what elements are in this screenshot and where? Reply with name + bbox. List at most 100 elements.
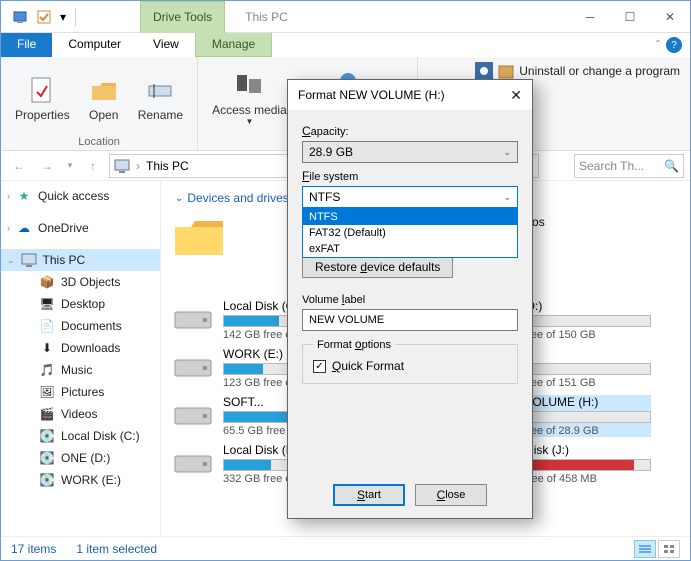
sidebar-item-label: Videos (61, 407, 97, 421)
pc-icon (21, 252, 37, 268)
sidebar-item-label: 3D Objects (61, 275, 120, 289)
format-dialog: Format NEW VOLUME (H:) ✕ Capacity: 28.9 … (287, 79, 533, 519)
item-icon: 🎵 (39, 362, 55, 378)
item-icon: 💽 (39, 428, 55, 444)
sidebar-this-pc[interactable]: ⌄This PC (1, 249, 160, 271)
sidebar-onedrive[interactable]: ›☁OneDrive (1, 217, 160, 239)
tab-view[interactable]: View (137, 33, 195, 57)
drive-icon (171, 395, 215, 431)
ribbon-expand-icon[interactable]: ˆ (656, 38, 660, 52)
drive-tools-tab[interactable]: Drive Tools (140, 1, 225, 33)
sidebar-item[interactable]: ⬇ Downloads (1, 337, 160, 359)
quick-format-checkbox[interactable]: ✓ Quick Format (313, 359, 507, 373)
qat-dropdown[interactable]: ▾ (57, 6, 69, 28)
gear-icon (475, 62, 493, 80)
window-title: This PC (245, 10, 288, 24)
folder-icon (171, 215, 261, 289)
dialog-titlebar: Format NEW VOLUME (H:) ✕ (288, 80, 532, 110)
qat-icon[interactable] (9, 6, 31, 28)
capacity-select[interactable]: 28.9 GB⌄ (302, 141, 518, 163)
item-icon: 🖥 (39, 296, 55, 312)
tab-computer[interactable]: Computer (52, 33, 137, 57)
pc-icon (114, 158, 130, 174)
close-button[interactable]: ✕ (650, 1, 690, 33)
minimize-button[interactable]: ─ (570, 1, 610, 33)
item-icon: 🎬 (39, 406, 55, 422)
search-placeholder: Search Th... (579, 159, 644, 173)
dialog-close-button[interactable]: ✕ (510, 87, 522, 104)
qat-checkbox[interactable] (33, 6, 55, 28)
drive-icon (171, 347, 215, 383)
tab-manage[interactable]: Manage (195, 33, 272, 57)
item-icon: 🖼 (39, 384, 55, 400)
titlebar: ▾ Drive Tools This PC ─ ☐ ✕ (1, 1, 690, 33)
navigation-pane: ›★Quick access ›☁OneDrive ⌄This PC 📦 3D O… (1, 181, 161, 538)
format-options-group: Format options ✓ Quick Format (302, 337, 518, 384)
status-bar: 17 items 1 item selected (1, 536, 690, 560)
package-icon (497, 62, 515, 80)
sidebar-item-label: ONE (D:) (61, 451, 110, 465)
sidebar-item[interactable]: 💽 Local Disk (C:) (1, 425, 160, 447)
checkbox-icon: ✓ (313, 360, 326, 373)
volume-label-input[interactable] (302, 309, 518, 331)
open-button[interactable]: Open (80, 61, 128, 134)
item-icon: 📄 (39, 318, 55, 334)
fs-option-fat32[interactable]: FAT32 (Default) (303, 225, 517, 241)
filesystem-select[interactable]: NTFS⌄ NTFS FAT32 (Default) exFAT (302, 186, 518, 208)
view-details-button[interactable] (634, 540, 656, 558)
sidebar-item-label: Music (61, 363, 92, 377)
item-icon: ⬇ (39, 340, 55, 356)
sidebar-item-label: Pictures (61, 385, 104, 399)
nav-back-button[interactable]: ← (7, 154, 31, 178)
sidebar-item[interactable]: 🖼 Pictures (1, 381, 160, 403)
sidebar-item-label: Documents (61, 319, 122, 333)
access-media-button[interactable]: Access media▼ (204, 61, 295, 134)
rename-button[interactable]: Rename (130, 61, 191, 134)
status-item-count: 17 items (11, 542, 56, 556)
cloud-icon: ☁ (16, 220, 32, 236)
sidebar-item[interactable]: 📄 Documents (1, 315, 160, 337)
search-box[interactable]: Search Th... 🔍 (574, 154, 684, 178)
item-icon: 💽 (39, 450, 55, 466)
nav-up-button[interactable]: ↑ (81, 154, 105, 178)
start-button[interactable]: Start (333, 484, 405, 506)
format-options-legend: Format options (313, 337, 395, 351)
item-icon: 📦 (39, 274, 55, 290)
sidebar-item[interactable]: 🖥 Desktop (1, 293, 160, 315)
dialog-title: Format NEW VOLUME (H:) (298, 88, 445, 102)
status-selected: 1 item selected (76, 542, 157, 556)
help-icon[interactable]: ? (666, 37, 682, 53)
fs-option-ntfs[interactable]: NTFS (303, 209, 517, 225)
sidebar-item[interactable]: 🎬 Videos (1, 403, 160, 425)
filesystem-label: File system (302, 169, 518, 183)
sidebar-item-label: Desktop (61, 297, 105, 311)
sidebar-item[interactable]: 📦 3D Objects (1, 271, 160, 293)
folder-item[interactable] (171, 215, 261, 289)
restore-defaults-button[interactable]: Restore device defaults (302, 256, 453, 278)
address-path: This PC (146, 159, 189, 173)
filesystem-dropdown: NTFS FAT32 (Default) exFAT (302, 208, 518, 258)
sidebar-item-label: WORK (E:) (61, 473, 121, 487)
volume-label-label: Volume label (302, 292, 518, 306)
drive-icon (171, 443, 215, 479)
drive-icon (171, 299, 215, 335)
nav-forward-button[interactable]: → (35, 154, 59, 178)
item-icon: 💽 (39, 472, 55, 488)
search-icon: 🔍 (664, 159, 679, 173)
maximize-button[interactable]: ☐ (610, 1, 650, 33)
fs-option-exfat[interactable]: exFAT (303, 241, 517, 257)
sidebar-quick-access[interactable]: ›★Quick access (1, 185, 160, 207)
properties-button[interactable]: Properties (7, 61, 78, 134)
nav-history-button[interactable]: ▾ (63, 154, 77, 178)
ribbon-group-location: Location (7, 134, 191, 148)
star-icon: ★ (16, 188, 32, 204)
sidebar-item-label: Downloads (61, 341, 120, 355)
close-button-dialog[interactable]: Close (415, 484, 487, 506)
sidebar-item[interactable]: 💽 ONE (D:) (1, 447, 160, 469)
tab-file[interactable]: File (1, 33, 52, 57)
sidebar-item-label: Local Disk (C:) (61, 429, 140, 443)
view-icons-button[interactable] (658, 540, 680, 558)
sidebar-item[interactable]: 🎵 Music (1, 359, 160, 381)
ribbon-tabs: File Computer View Manage ˆ ? (1, 33, 690, 57)
sidebar-item[interactable]: 💽 WORK (E:) (1, 469, 160, 491)
